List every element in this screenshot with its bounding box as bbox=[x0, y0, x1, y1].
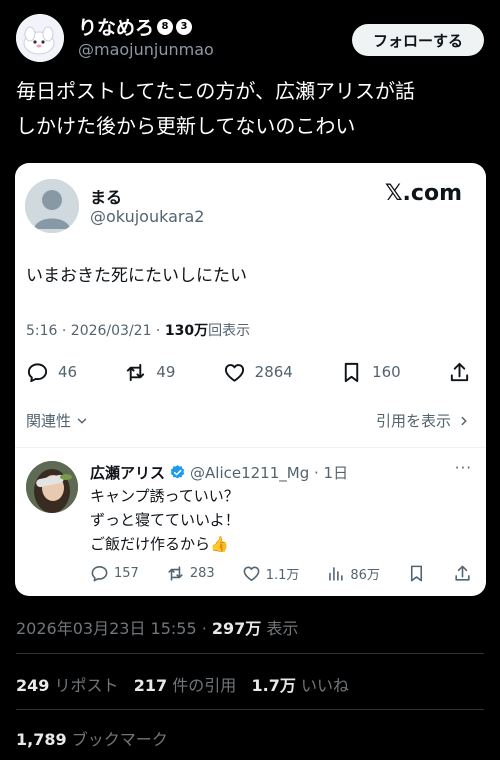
reply-text: キャンプ誘っていい？ ずっと寝てていいよ！ ご飯だけ作るから👍 bbox=[90, 484, 240, 556]
bookmark-icon bbox=[344, 362, 359, 382]
reply-repost-count: 283 bbox=[189, 565, 215, 581]
show-quotes-link[interactable]: 引用を表示 bbox=[376, 410, 471, 431]
card-views-count: 130万 bbox=[164, 323, 209, 339]
reply-views-count: 86万 bbox=[350, 567, 380, 583]
card-views-label: 回表示 bbox=[208, 323, 251, 339]
share-icon bbox=[450, 362, 469, 381]
card-author-handle[interactable]: @okujoukara2 bbox=[90, 207, 204, 226]
reply-icon bbox=[27, 362, 48, 382]
reply-icon bbox=[91, 565, 108, 581]
heart-icon bbox=[224, 363, 244, 382]
relevance-label: 関連性 bbox=[26, 412, 72, 430]
bookmarks-count: 1,789 bbox=[16, 730, 67, 749]
reply-author-avatar[interactable] bbox=[26, 461, 78, 513]
verified-icon bbox=[170, 465, 185, 479]
x-com-logo[interactable]: 𝕏.com bbox=[385, 181, 462, 206]
repost-icon bbox=[168, 565, 183, 581]
card-time: 5:16 · 2026/03/21 · bbox=[26, 323, 165, 339]
reposts-count: 249 bbox=[16, 676, 50, 695]
reply-action-bar: 157 283 1.1万 86万 bbox=[90, 562, 472, 584]
reply-header: 広瀬アリス @Alice1211_Mg · 1日 bbox=[90, 462, 348, 483]
views-count: 297万 bbox=[211, 619, 262, 638]
reply-repost-button[interactable]: 283 bbox=[166, 564, 215, 583]
bookmarks-label: ブックマーク bbox=[66, 730, 168, 749]
bookmark-count: 160 bbox=[372, 363, 401, 381]
badge-icon: 8 bbox=[157, 18, 174, 35]
reply-reply-button[interactable]: 157 bbox=[90, 564, 139, 583]
reply-handle-date[interactable]: @Alice1211_Mg · 1日 bbox=[190, 462, 348, 483]
quotes-count: 217 bbox=[133, 676, 168, 695]
reply-author-name[interactable]: 広瀬アリス bbox=[90, 462, 165, 483]
follow-button[interactable]: フォローする bbox=[352, 24, 484, 56]
reply-text-line: ずっと寝てていいよ！ bbox=[90, 511, 240, 529]
reposts-stat[interactable]: 249 リポスト bbox=[16, 676, 119, 695]
bookmark-icon bbox=[410, 565, 422, 581]
author-avatar[interactable] bbox=[16, 14, 64, 62]
like-count: 2864 bbox=[254, 363, 293, 381]
likes-label: いいね bbox=[295, 676, 349, 695]
like-button[interactable]: 2864 bbox=[223, 361, 293, 384]
reply-like-button[interactable]: 1.1万 bbox=[242, 564, 300, 583]
reply-text-line: キャンプ誘っていい？ bbox=[90, 487, 239, 505]
bookmark-button[interactable]: 160 bbox=[340, 361, 401, 384]
views-label: 表示 bbox=[261, 619, 299, 638]
card-action-bar: 46 49 2864 160 bbox=[26, 358, 471, 386]
reply-like-count: 1.1万 bbox=[265, 567, 300, 583]
share-button[interactable] bbox=[448, 361, 471, 384]
share-icon bbox=[455, 565, 470, 581]
divider bbox=[16, 709, 484, 710]
default-avatar-icon[interactable] bbox=[25, 179, 79, 233]
reposts-label: リポスト bbox=[49, 676, 119, 695]
card-author-name[interactable]: まる bbox=[90, 184, 122, 208]
author-name[interactable]: りなめろ bbox=[78, 13, 154, 40]
reply-reply-count: 157 bbox=[114, 565, 139, 581]
heart-icon bbox=[243, 566, 260, 581]
post-header: りなめろ 8 3 @maojunjunmao フォローする bbox=[16, 10, 484, 66]
repost-count: 49 bbox=[156, 363, 176, 381]
reply-button[interactable]: 46 bbox=[26, 361, 77, 384]
quotes-label: 件の引用 bbox=[167, 676, 237, 695]
embedded-tweet-card[interactable]: まる @okujoukara2 𝕏.com いまおきた死にたいしにたい 5:16… bbox=[15, 163, 486, 596]
divider bbox=[16, 653, 484, 654]
more-options-icon[interactable]: ··· bbox=[455, 459, 472, 477]
chevron-right-icon bbox=[461, 416, 467, 425]
show-quotes-label: 引用を表示 bbox=[375, 412, 451, 430]
views-chart-icon bbox=[329, 566, 344, 581]
quotes-stat[interactable]: 217 件の引用 bbox=[134, 676, 237, 695]
timestamp-text: 2026年03月23日 15:55 · bbox=[16, 619, 212, 638]
chevron-down-icon bbox=[77, 418, 87, 424]
post-text: 毎日ポストしてたこの方が、広瀬アリスが話 しかけた後から更新してないのこわい bbox=[16, 74, 484, 144]
author-handle[interactable]: @maojunjunmao bbox=[78, 40, 214, 59]
post-text-line: しかけた後から更新してないのこわい bbox=[16, 114, 356, 138]
relevance-sort-button[interactable]: 関連性 bbox=[26, 410, 89, 431]
reply-views-button[interactable]: 86万 bbox=[326, 564, 380, 583]
reply-text-line: ご飯だけ作るから👍 bbox=[90, 535, 229, 553]
badge-icon: 3 bbox=[176, 18, 193, 35]
card-meta: 5:16 · 2026/03/21 · 130万回表示 bbox=[26, 320, 250, 340]
repost-button[interactable]: 49 bbox=[124, 361, 175, 384]
likes-stat[interactable]: 1.7万 いいね bbox=[252, 676, 349, 695]
reply-count: 46 bbox=[58, 363, 78, 381]
bookmarks-stat[interactable]: 1,789 ブックマーク bbox=[16, 726, 168, 750]
likes-count: 1.7万 bbox=[251, 676, 296, 695]
engagement-stats: 249 リポスト 217 件の引用 1.7万 いいね bbox=[16, 672, 349, 696]
repost-icon bbox=[127, 363, 145, 381]
reply-share-button[interactable] bbox=[453, 564, 472, 583]
divider bbox=[15, 447, 486, 448]
post-text-line: 毎日ポストしてたこの方が、広瀬アリスが話 bbox=[16, 79, 415, 103]
post-timestamp[interactable]: 2026年03月23日 15:55 · 297万 表示 bbox=[16, 615, 298, 639]
reply-bookmark-button[interactable] bbox=[407, 564, 426, 583]
card-text: いまおきた死にたいしにたい bbox=[26, 266, 247, 286]
author-name-row[interactable]: りなめろ 8 3 bbox=[78, 13, 193, 40]
